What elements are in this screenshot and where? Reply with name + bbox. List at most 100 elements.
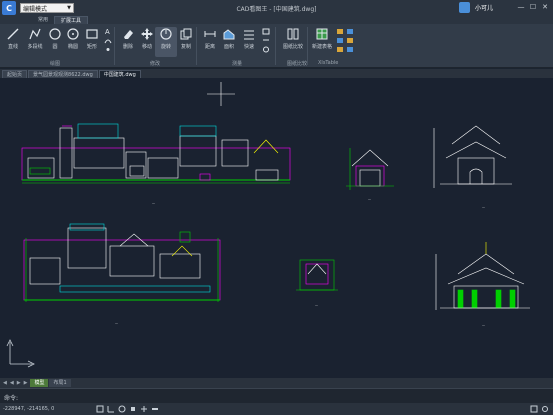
cad-viewer-app: C 编辑模式 ▼ CAD看图王 - [中国建筑.dwg] 小可儿 — ☐ ✕ 常…	[0, 0, 553, 415]
table-small-icon[interactable]	[336, 46, 344, 53]
tab-extended-tools[interactable]: 扩展工具	[54, 16, 89, 24]
compare-tool-button[interactable]: 图纸比较	[282, 27, 304, 57]
svg-text:A: A	[105, 29, 110, 35]
table-small-icon[interactable]	[346, 28, 354, 35]
maximize-button[interactable]: ☐	[527, 1, 539, 13]
table-small-icon[interactable]	[346, 37, 354, 44]
area-tool-label: 面积	[223, 44, 234, 50]
otrack-icon[interactable]	[140, 405, 148, 413]
arc-icon[interactable]	[104, 37, 112, 44]
ellipse-icon	[67, 28, 79, 40]
group-label-draw: 绘图	[50, 61, 61, 67]
drawing-caption: —	[115, 321, 118, 325]
measure-small-icon[interactable]	[262, 37, 270, 44]
table-small-tools-2	[346, 28, 354, 53]
draw-small-tools: A	[104, 28, 112, 53]
document-tabs: 起始页 景气园景观观测8622.dwg 中国建筑.dwg	[0, 69, 553, 78]
table-small-icon[interactable]	[346, 46, 354, 53]
doc-tab-start[interactable]: 起始页	[2, 70, 28, 78]
group-label-measure: 测量	[232, 61, 243, 67]
rect-tool-button[interactable]: 矩形	[81, 27, 103, 57]
doc-tab-landscape[interactable]: 景气园景观观测8622.dwg	[28, 70, 98, 78]
rect-tool-label: 矩形	[86, 44, 97, 50]
eraser-icon	[124, 30, 133, 39]
command-prompt: 命令:	[4, 395, 19, 402]
first-page-icon[interactable]: ◀	[3, 380, 7, 386]
user-area[interactable]: 小可儿	[458, 2, 493, 13]
window-controls: — ☐ ✕	[515, 1, 551, 13]
layout-tab-model[interactable]: 模型	[30, 379, 49, 387]
layout-tab-layout1[interactable]: 布局1	[49, 379, 71, 387]
prev-page-icon[interactable]: ◀	[10, 380, 14, 386]
tab-common[interactable]: 常用	[32, 16, 54, 24]
drawing-caption: —	[152, 201, 155, 205]
line-tool-label: 直线	[7, 44, 18, 50]
status-toggle-icons	[96, 405, 159, 413]
rotate-tool-label: 旋转	[160, 44, 171, 50]
line-icon	[7, 28, 19, 40]
close-button[interactable]: ✕	[539, 1, 551, 13]
group-separator	[307, 27, 308, 65]
drawing-caption: —	[368, 197, 371, 201]
copy-tool-button[interactable]: 复制	[175, 27, 197, 57]
quick-measure-button[interactable]: 快速	[238, 27, 260, 57]
drawing-caption: —	[482, 205, 485, 209]
elevation-drawing-2	[23, 223, 221, 302]
delete-tool-label: 删除	[122, 44, 133, 50]
chevron-down-icon: ▼	[67, 5, 71, 11]
doc-tab-current[interactable]: 中国建筑.dwg	[98, 70, 141, 78]
measure-small-icon[interactable]	[262, 28, 270, 35]
mode-select-value: 编辑模式	[23, 5, 48, 13]
title-bar: C 编辑模式 ▼ CAD看图王 - [中国建筑.dwg] 小可儿 — ☐ ✕	[0, 0, 553, 16]
text-a-icon[interactable]: A	[104, 28, 112, 35]
new-table-button[interactable]: 新建表格	[311, 27, 333, 57]
layout-tabs-bar: ◀ ◀ ▶ ▶ 模型 布局1	[0, 378, 553, 388]
drawing-caption: —	[315, 303, 318, 307]
table-small-icon[interactable]	[336, 37, 344, 44]
table-icon	[316, 28, 328, 40]
polar-icon[interactable]	[118, 405, 126, 413]
crosshair-cursor	[207, 82, 235, 106]
lineweight-icon[interactable]	[151, 405, 159, 413]
fullscreen-icon[interactable]	[530, 405, 538, 413]
copy-tool-label: 复制	[180, 44, 191, 50]
move-arrows-icon	[141, 28, 153, 40]
new-table-label: 新建表格	[311, 44, 332, 50]
ucs-axis-icon	[6, 339, 35, 368]
next-page-icon[interactable]: ▶	[17, 380, 21, 386]
rotate-icon	[160, 28, 172, 40]
ribbon-panel: 直线 多段线 圆 椭圆 矩形 A 绘图 删除 移动 旋转 复制 修改 距离 面积…	[0, 24, 553, 68]
cursor-coordinates: -228947, -214165, 0	[3, 406, 55, 412]
line-tool-button[interactable]: 直线	[2, 27, 24, 57]
area-tool-button[interactable]: 面积	[218, 27, 240, 57]
move-tool-label: 移动	[141, 44, 152, 50]
polyline-tool-button[interactable]: 多段线	[24, 27, 46, 57]
rotate-tool-button[interactable]: 旋转	[155, 27, 177, 57]
settings-icon[interactable]	[541, 405, 549, 413]
app-logo-icon[interactable]: C	[2, 1, 16, 15]
avatar[interactable]	[458, 2, 470, 13]
table-small-icon[interactable]	[336, 28, 344, 35]
ellipse-tool-label: 椭圆	[67, 44, 78, 50]
table-small-tools	[336, 28, 344, 53]
drawing-canvas[interactable]: — — — — — —	[0, 78, 553, 378]
group-separator	[196, 27, 197, 65]
ribbon-tabs: 常用 扩展工具	[0, 16, 553, 24]
quick-measure-label: 快速	[243, 44, 254, 50]
cad-drawing: — — — — — —	[6, 82, 530, 368]
mode-select[interactable]: 编辑模式 ▼	[20, 3, 74, 13]
ortho-icon[interactable]	[107, 405, 115, 413]
grid-snap-icon[interactable]	[96, 405, 104, 413]
minimize-button[interactable]: —	[515, 1, 527, 13]
compare-icon	[287, 28, 299, 40]
measure-small-icon[interactable]	[262, 46, 270, 53]
group-label-modify: 修改	[150, 61, 161, 67]
temple-front-drawing	[435, 242, 530, 310]
dot-icon[interactable]	[104, 46, 112, 53]
command-line[interactable]: 命令:	[0, 388, 553, 403]
osnap-icon[interactable]	[129, 405, 137, 413]
last-page-icon[interactable]: ▶	[24, 380, 28, 386]
pavilion-plan-drawing	[296, 259, 338, 291]
drawing-caption: —	[482, 323, 485, 327]
polyline-tool-label: 多段线	[27, 44, 43, 50]
